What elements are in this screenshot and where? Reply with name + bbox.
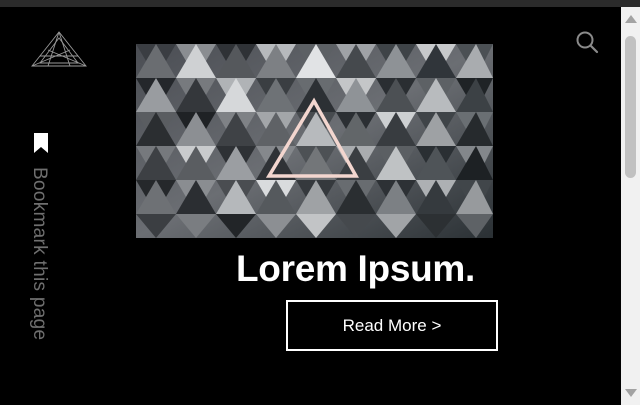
pyramid-logo-icon[interactable] [30,30,88,70]
vertical-scrollbar[interactable] [621,7,640,405]
search-icon[interactable] [575,30,599,54]
hero-image [136,44,493,238]
browser-top-bar [0,0,640,7]
hero-headline: Lorem Ipsum. [236,248,475,289]
bookmark-link[interactable]: Bookmark this page [28,133,52,348]
bookmark-icon [34,133,48,153]
scroll-up-arrow-icon[interactable] [625,15,637,23]
bookmark-label: Bookmark this page [29,167,50,341]
read-more-button[interactable]: Read More > [286,300,498,351]
scrollbar-thumb[interactable] [625,36,636,178]
scroll-down-arrow-icon[interactable] [625,389,637,397]
triangle-mosaic-image [136,44,493,238]
